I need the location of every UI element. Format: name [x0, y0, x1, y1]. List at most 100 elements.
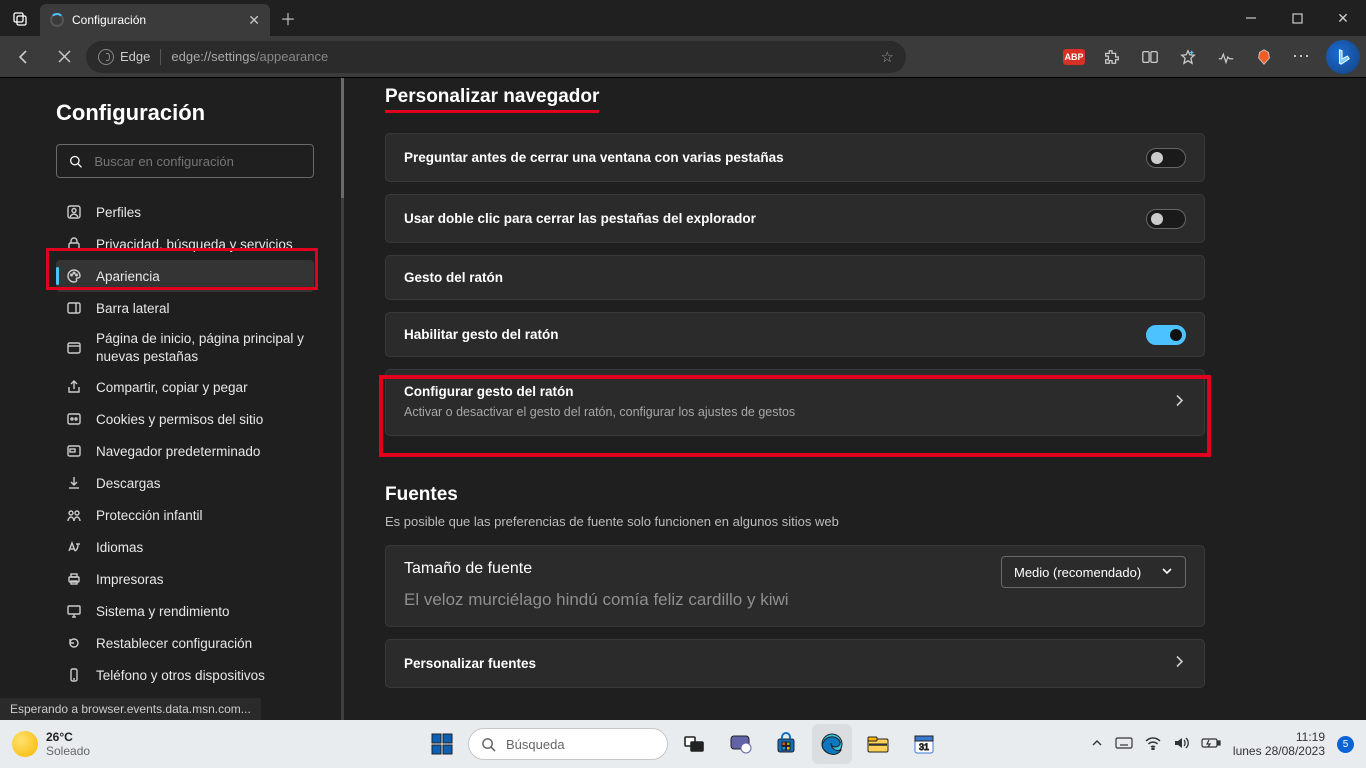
split-screen-button[interactable] [1132, 41, 1168, 73]
performance-button[interactable] [1208, 41, 1244, 73]
site-identity[interactable]: Edge [98, 49, 150, 65]
sidebar-item-downloads[interactable]: Descargas [56, 467, 314, 499]
sun-icon [12, 731, 38, 757]
cookie-icon [66, 411, 82, 427]
tab-title: Configuración [72, 13, 146, 27]
chevron-down-icon [1161, 565, 1173, 580]
bing-chat-button[interactable] [1326, 40, 1360, 74]
toggle-ask-before-close[interactable] [1146, 148, 1186, 168]
setting-label: Preguntar antes de cerrar una ventana co… [404, 150, 1186, 165]
sidebar-item-privacy[interactable]: Privacidad, búsqueda y servicios [56, 228, 314, 260]
nav-label: Sistema y rendimiento [96, 604, 230, 619]
tray-date: lunes 28/08/2023 [1233, 744, 1325, 758]
edge-icon [98, 49, 114, 65]
tray-clock[interactable]: 11:19 lunes 28/08/2023 [1233, 730, 1325, 759]
setting-dblclick-close-tab: Usar doble clic para cerrar las pestañas… [385, 194, 1205, 243]
stop-reload-button[interactable] [46, 41, 82, 73]
windows-taskbar: 26°C Soleado Búsqueda 31 [0, 720, 1366, 768]
weather-desc: Soleado [46, 744, 90, 758]
window-minimize-button[interactable] [1228, 0, 1274, 36]
url-text: edge://settings/appearance [171, 49, 328, 64]
favorites-button[interactable] [1170, 41, 1206, 73]
taskbar-explorer[interactable] [858, 724, 898, 764]
extensions-button[interactable] [1094, 41, 1130, 73]
sidebar-scrollbar[interactable] [341, 78, 344, 720]
sidebar-item-sidebar[interactable]: Barra lateral [56, 292, 314, 324]
site-identity-label: Edge [120, 49, 150, 64]
sidebar-item-profiles[interactable]: Perfiles [56, 196, 314, 228]
tray-volume-icon[interactable] [1173, 736, 1189, 753]
settings-search-input[interactable] [94, 154, 301, 169]
tray-notifications-badge[interactable]: 5 [1337, 736, 1354, 753]
nav-label: Compartir, copiar y pegar [96, 380, 248, 395]
download-icon [66, 475, 82, 491]
toggle-dblclick-close[interactable] [1146, 209, 1186, 229]
chevron-right-icon [1172, 654, 1186, 673]
weather-temp: 26°C [46, 730, 90, 744]
sidebar-item-cookies[interactable]: Cookies y permisos del sitio [56, 403, 314, 435]
sidebar-item-printers[interactable]: Impresoras [56, 563, 314, 595]
section-title-fonts: Fuentes [385, 484, 1342, 506]
search-icon [481, 737, 496, 752]
sidebar-item-appearance[interactable]: Apariencia [56, 260, 314, 292]
nav-label: Perfiles [96, 205, 141, 220]
sidebar-item-system[interactable]: Sistema y rendimiento [56, 595, 314, 627]
share-icon [66, 379, 82, 395]
mouse-gesture-header: Gesto del ratón [385, 255, 1205, 300]
back-button[interactable] [6, 41, 42, 73]
sidebar-item-startpage[interactable]: Página de inicio, página principal y nue… [56, 324, 314, 371]
sidebar-item-phone[interactable]: Teléfono y otros dispositivos [56, 659, 314, 691]
settings-title: Configuración [56, 100, 344, 126]
browser-tab[interactable]: Configuración ✕ [40, 4, 270, 36]
setting-font-size: Tamaño de fuente Medio (recomendado) El … [385, 545, 1205, 627]
window-close-button[interactable]: ✕ [1320, 0, 1366, 36]
family-icon [66, 507, 82, 523]
appearance-icon [66, 268, 82, 284]
setting-enable-mouse-gesture: Habilitar gesto del ratón [385, 312, 1205, 357]
nav-label: Impresoras [96, 572, 164, 587]
sidebar-item-default-browser[interactable]: Navegador predeterminado [56, 435, 314, 467]
settings-search[interactable] [56, 144, 314, 178]
taskbar-store[interactable] [766, 724, 806, 764]
nav-label: Apariencia [96, 269, 160, 284]
tab-close-button[interactable]: ✕ [248, 12, 260, 29]
sidebar-item-reset[interactable]: Restablecer configuración [56, 627, 314, 659]
setting-label: Habilitar gesto del ratón [404, 327, 1186, 342]
section-title-personalize: Personalizar navegador [385, 86, 599, 113]
nav-label: Protección infantil [96, 508, 203, 523]
nav-label: Idiomas [96, 540, 143, 555]
reset-icon [66, 635, 82, 651]
setting-configure-mouse-gesture[interactable]: Configurar gesto del ratón Activar o des… [385, 369, 1205, 436]
taskbar-search[interactable]: Búsqueda [468, 728, 668, 760]
sidebar-item-family[interactable]: Protección infantil [56, 499, 314, 531]
status-text: Esperando a browser.events.data.msn.com.… [10, 702, 251, 716]
font-size-dropdown[interactable]: Medio (recomendado) [1001, 556, 1186, 588]
tray-overflow-button[interactable] [1091, 737, 1103, 752]
taskbar-edge[interactable] [812, 724, 852, 764]
phone-icon [66, 667, 82, 683]
toggle-mouse-gesture[interactable] [1146, 325, 1186, 345]
tray-battery-icon[interactable] [1201, 737, 1221, 752]
setting-ask-before-close: Preguntar antes de cerrar una ventana co… [385, 133, 1205, 182]
favorite-star-button[interactable]: ☆ [881, 48, 894, 66]
tab-actions-button[interactable] [0, 0, 40, 36]
task-view-button[interactable] [674, 724, 714, 764]
taskbar-calendar[interactable]: 31 [904, 724, 944, 764]
system-icon [66, 603, 82, 619]
sidebar-item-share[interactable]: Compartir, copiar y pegar [56, 371, 314, 403]
address-bar[interactable]: Edge edge://settings/appearance ☆ [86, 41, 906, 73]
abp-extension-button[interactable]: ABP [1056, 41, 1092, 73]
sidebar-icon [66, 300, 82, 316]
setting-customize-fonts[interactable]: Personalizar fuentes [385, 639, 1205, 688]
tray-keyboard-icon[interactable] [1115, 736, 1133, 753]
printer-icon [66, 571, 82, 587]
new-tab-button[interactable]: ＋ [270, 0, 306, 36]
brave-extension-button[interactable] [1246, 41, 1282, 73]
window-maximize-button[interactable] [1274, 0, 1320, 36]
sidebar-item-languages[interactable]: Idiomas [56, 531, 314, 563]
tray-wifi-icon[interactable] [1145, 736, 1161, 753]
taskbar-weather[interactable]: 26°C Soleado [12, 730, 90, 758]
taskbar-chat[interactable] [720, 724, 760, 764]
start-button[interactable] [422, 724, 462, 764]
more-menu-button[interactable]: ⋯ [1284, 41, 1320, 73]
